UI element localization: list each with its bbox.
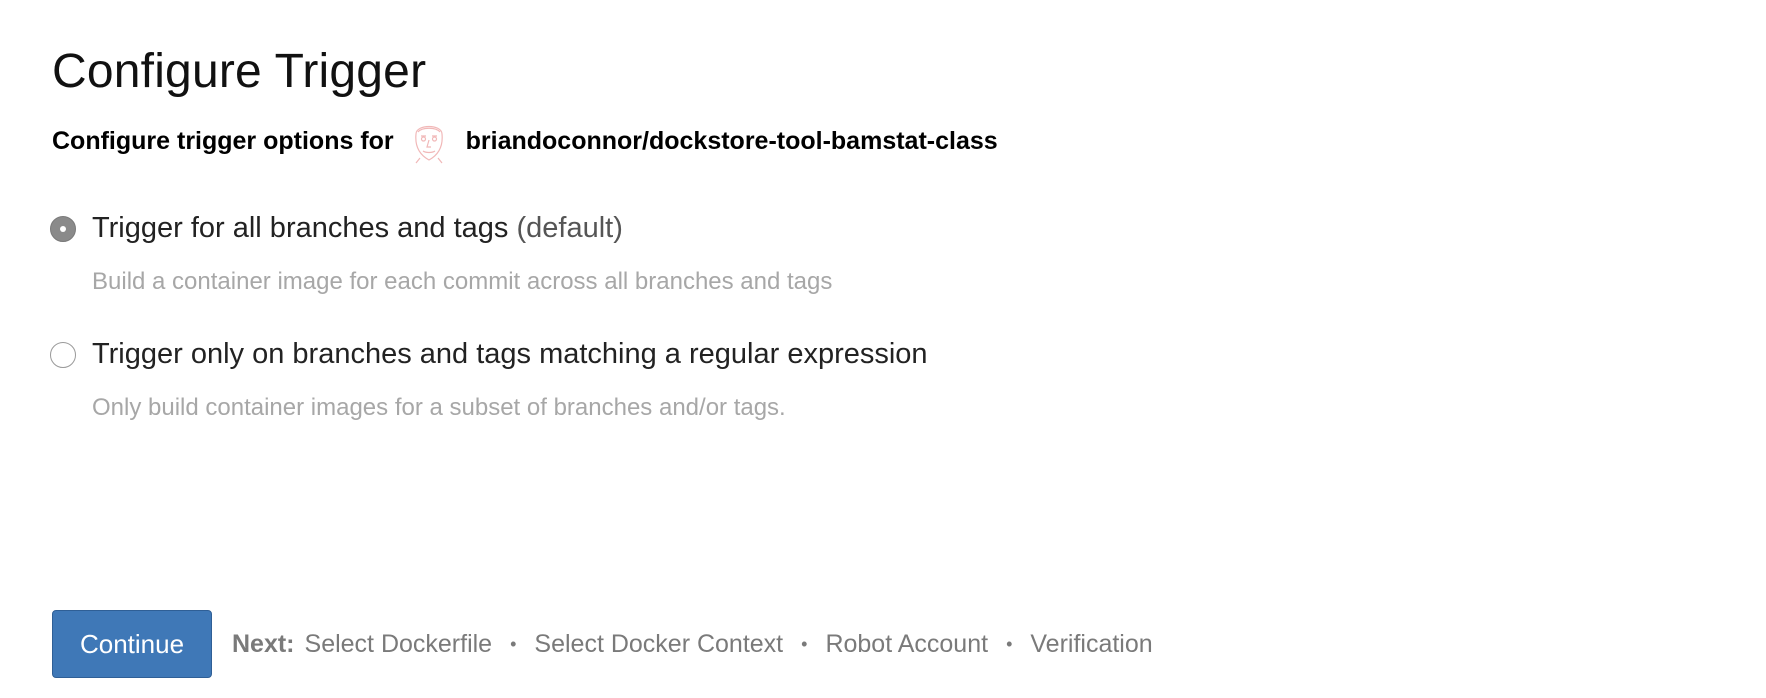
- step-select-docker-context: Select Docker Context: [534, 629, 784, 658]
- subtitle-prefix: Configure trigger options for: [52, 126, 394, 155]
- step-separator: •: [801, 633, 808, 654]
- next-label: Next:: [232, 629, 295, 658]
- next-steps: Next: Select Dockerfile • Select Docker …: [232, 630, 1153, 659]
- default-tag: (default): [516, 212, 623, 244]
- step-robot-account: Robot Account: [825, 629, 989, 658]
- wizard-footer: Continue Next: Select Dockerfile • Selec…: [52, 610, 1153, 678]
- radio-all-branches[interactable]: [50, 216, 76, 242]
- radio-regex[interactable]: [50, 342, 76, 368]
- option-description: Build a container image for each commit …: [92, 268, 833, 295]
- step-select-dockerfile: Select Dockerfile: [304, 629, 493, 658]
- repository-name: briandoconnor/dockstore-tool-bamstat-cla…: [465, 126, 998, 155]
- avatar-sketch-icon: [408, 118, 450, 164]
- option-description: Only build container images for a subset…: [92, 394, 786, 421]
- step-separator: •: [1006, 633, 1013, 654]
- continue-button[interactable]: Continue: [52, 610, 212, 678]
- option-label-text: Trigger only on branches and tags matchi…: [92, 338, 928, 370]
- page-title: Configure Trigger: [52, 45, 427, 98]
- option-label[interactable]: Trigger for all branches and tags (defau…: [92, 212, 623, 245]
- step-verification: Verification: [1030, 629, 1153, 658]
- trigger-subtitle: Configure trigger options for briandocon…: [52, 118, 998, 164]
- option-label[interactable]: Trigger only on branches and tags matchi…: [92, 338, 928, 371]
- option-label-text: Trigger for all branches and tags: [92, 212, 509, 244]
- step-separator: •: [510, 633, 517, 654]
